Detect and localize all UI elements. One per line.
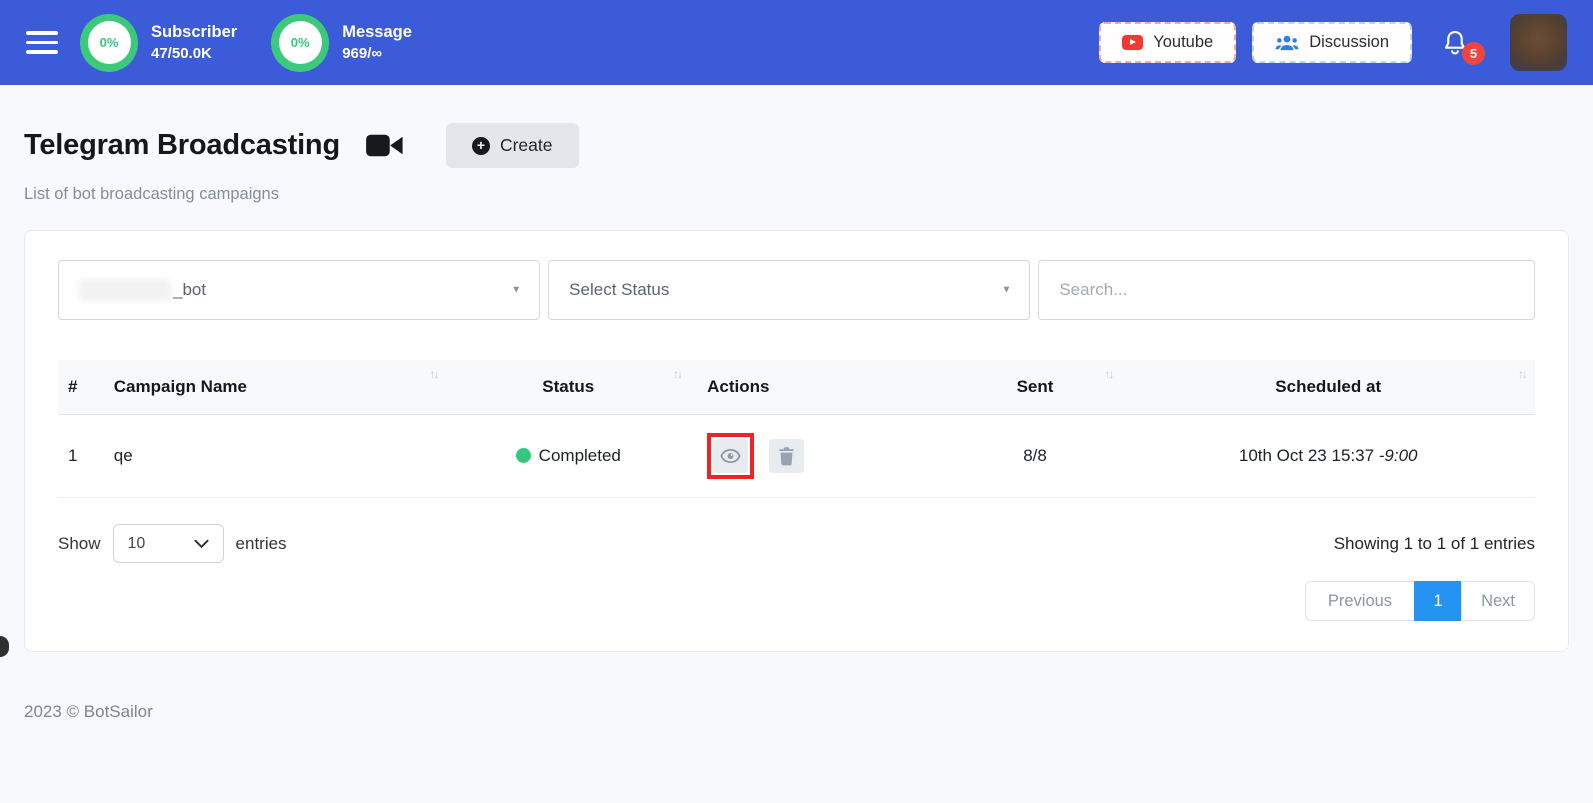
status-cell: Completed [446, 414, 691, 498]
hamburger-menu-icon[interactable] [26, 31, 58, 54]
subscriber-label: Subscriber [151, 23, 238, 41]
table-row: 1 qe Completed 8/8 10th Oct 23 15:37 -9:… [58, 414, 1535, 498]
subscriber-progress-ring: 0% [80, 13, 138, 72]
sort-icon[interactable]: ↑↓ [1104, 367, 1114, 381]
status-completed-dot-icon [515, 448, 531, 463]
notifications-button[interactable]: 5 [1440, 27, 1485, 65]
col-header-scheduled-at[interactable]: Scheduled at ↑↓ [1121, 360, 1535, 415]
table-header-row: # Campaign Name ↑↓ Status ↑↓ Actions Sen… [58, 360, 1535, 415]
page-1-button[interactable]: 1 [1414, 581, 1463, 621]
campaigns-table: # Campaign Name ↑↓ Status ↑↓ Actions Sen… [58, 360, 1535, 498]
subscriber-percent: 0% [87, 21, 131, 64]
show-label: Show [58, 533, 101, 553]
eye-icon [720, 448, 741, 464]
discussion-button[interactable]: Discussion [1252, 22, 1412, 63]
message-percent: 0% [278, 21, 322, 64]
col-header-actions: Actions [690, 360, 949, 415]
users-icon [1275, 34, 1299, 51]
status-select-value: Select Status [569, 280, 670, 299]
sent-cell: 8/8 [948, 414, 1122, 498]
sort-icon[interactable]: ↑↓ [673, 367, 683, 381]
page-size-select[interactable]: 10 [112, 524, 224, 563]
video-tutorial-icon[interactable] [366, 132, 404, 159]
chevron-down-icon [194, 539, 209, 549]
actions-cell [690, 414, 949, 498]
bot-select-value: _bot [173, 280, 207, 299]
showing-entries-text: Showing 1 to 1 of 1 entries [1333, 533, 1535, 553]
caret-down-icon: ▼ [1001, 284, 1012, 296]
col-header-status[interactable]: Status ↑↓ [446, 360, 691, 415]
col-header-campaign-name[interactable]: Campaign Name ↑↓ [103, 360, 447, 415]
redacted-bot-name [79, 279, 171, 301]
campaign-name-cell: qe [103, 414, 447, 498]
youtube-button[interactable]: Youtube [1099, 22, 1237, 63]
col-header-index: # [58, 360, 104, 415]
entries-label: entries [235, 533, 287, 553]
top-navbar: 0% Subscriber 47/50.0K 0% Message 969/∞ … [0, 0, 1593, 85]
sort-icon[interactable]: ↑↓ [1518, 367, 1528, 381]
message-label: Message [342, 23, 412, 41]
avatar[interactable] [1510, 14, 1567, 71]
sort-icon[interactable]: ↑↓ [429, 367, 439, 381]
create-button[interactable]: Create [445, 123, 579, 168]
scheduled-at-cell: 10th Oct 23 15:37 -9:00 [1121, 414, 1535, 498]
pagination: Previous 1 Next [58, 581, 1535, 621]
plus-circle-icon [471, 136, 490, 155]
search-box [1038, 260, 1535, 320]
bot-select[interactable]: _bot ▼ [58, 260, 541, 320]
discussion-button-label: Discussion [1309, 33, 1389, 51]
row-index: 1 [58, 414, 104, 498]
message-stat: 0% Message 969/∞ [271, 13, 412, 72]
trash-icon [778, 446, 795, 466]
campaigns-card: _bot ▼ Select Status ▼ # Campaign Name [24, 230, 1569, 652]
timezone-offset: -9:00 [1378, 446, 1418, 465]
page-subtitle: List of bot broadcasting campaigns [24, 185, 279, 203]
search-input[interactable] [1039, 261, 1534, 319]
page-size-value: 10 [127, 534, 146, 552]
next-page-button[interactable]: Next [1461, 581, 1535, 621]
subscriber-stat: 0% Subscriber 47/50.0K [80, 13, 238, 72]
caret-down-icon: ▼ [511, 284, 522, 296]
previous-page-button[interactable]: Previous [1304, 581, 1416, 621]
message-value: 969/∞ [342, 45, 383, 62]
red-highlight-annotation [707, 433, 755, 479]
subscriber-value: 47/50.0K [151, 45, 212, 62]
create-button-label: Create [499, 135, 553, 155]
status-select[interactable]: Select Status ▼ [548, 260, 1031, 320]
view-campaign-button[interactable] [713, 439, 749, 473]
delete-campaign-button[interactable] [768, 439, 804, 473]
notification-count-badge: 5 [1462, 41, 1485, 65]
message-progress-ring: 0% [271, 13, 330, 72]
footer-copyright: 2023 © BotSailor [24, 702, 153, 721]
youtube-icon [1122, 35, 1144, 50]
youtube-button-label: Youtube [1153, 33, 1214, 51]
page-title: Telegram Broadcasting [24, 129, 340, 161]
col-header-sent[interactable]: Sent ↑↓ [948, 360, 1122, 415]
